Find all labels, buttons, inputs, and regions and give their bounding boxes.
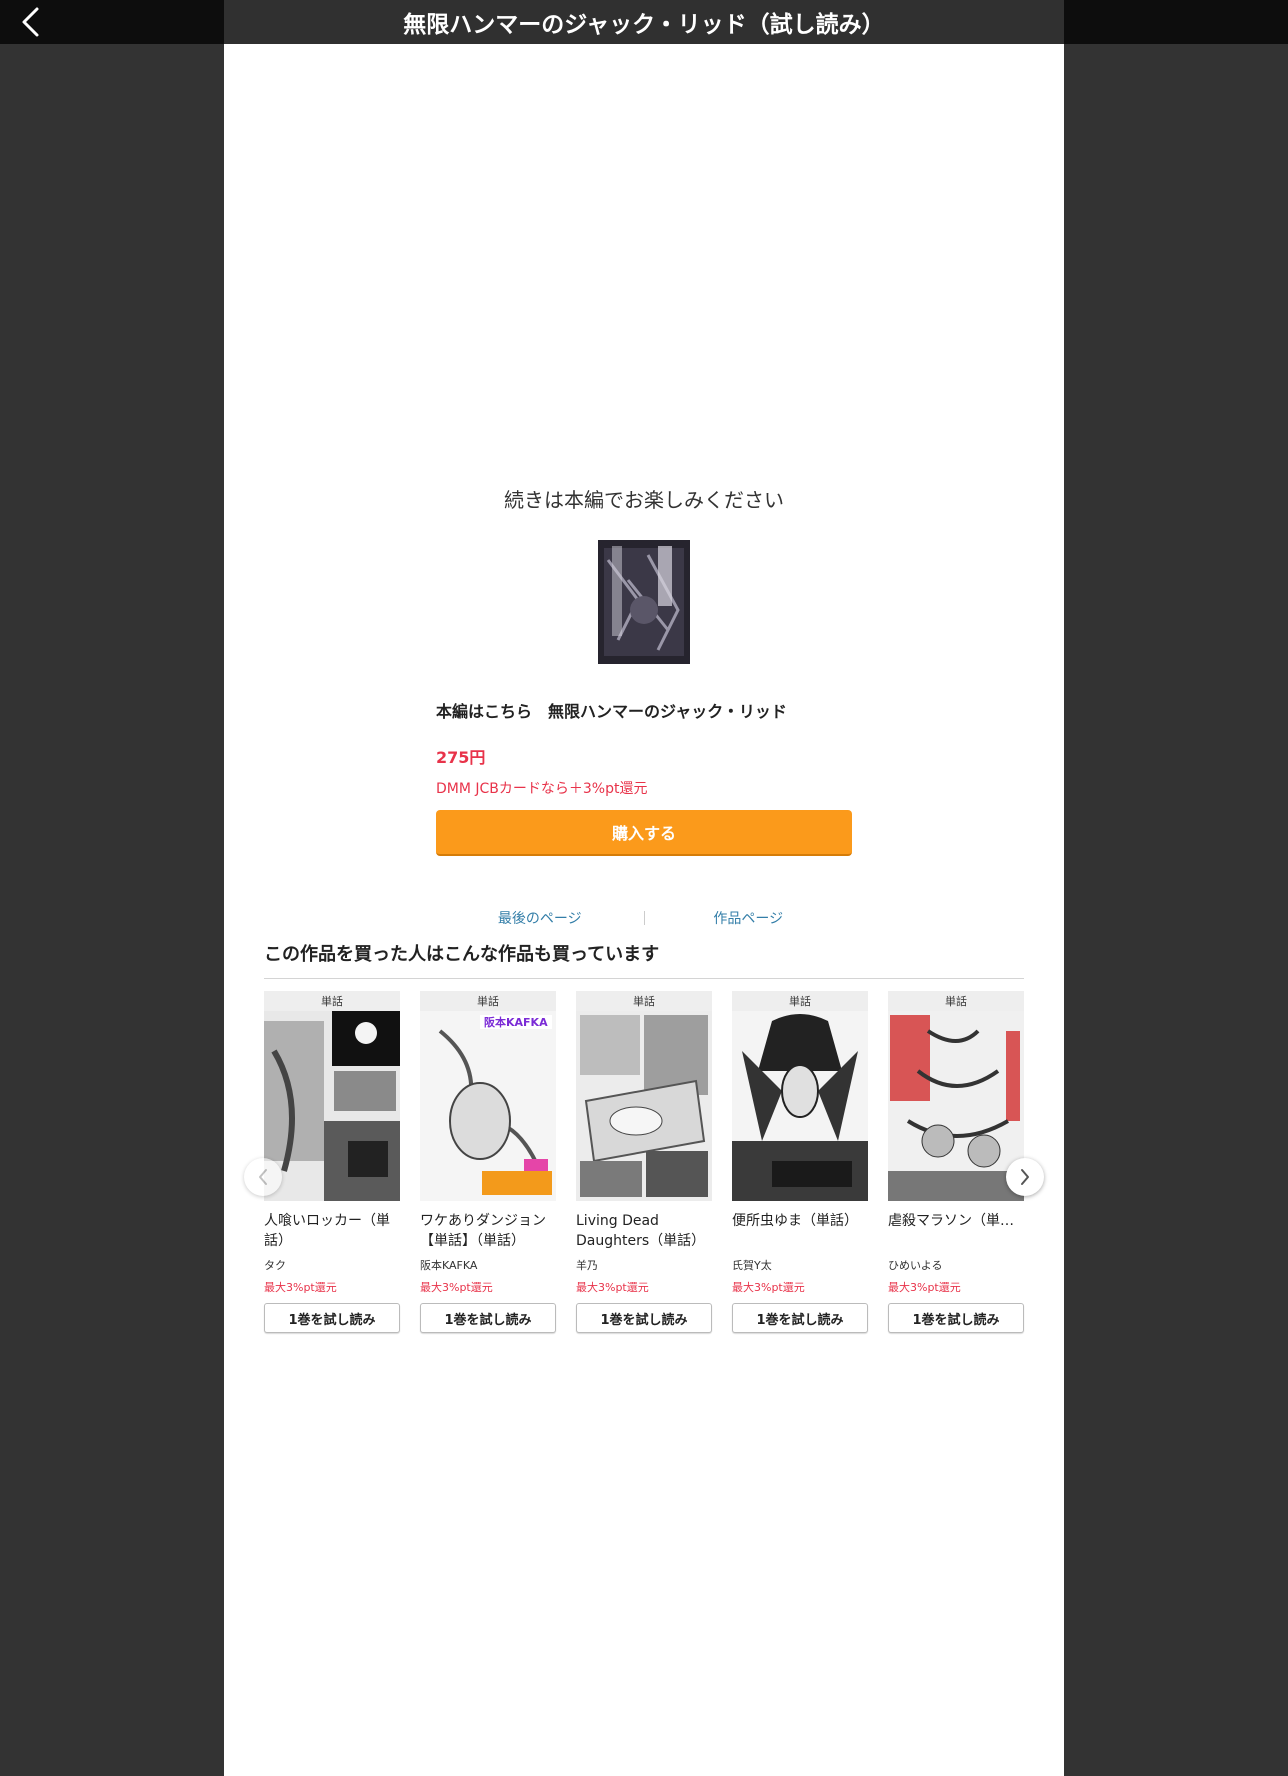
item-author: 氏賀Y太 [732,1259,772,1272]
buy-button[interactable]: 購入する [436,810,852,856]
chevron-right-icon [1021,1169,1029,1185]
item-tag: 単話 [420,991,556,1011]
carousel-prev-button[interactable] [244,1158,282,1196]
back-button[interactable] [12,4,48,40]
item-author: 阪本KAFKA [420,1259,478,1272]
top-bar: 無限ハンマーのジャック・リッド（試し読み） [0,0,1288,44]
item-author: ひめいよる [888,1259,943,1272]
trial-read-button[interactable]: 1巻を試し読み [576,1303,712,1333]
item-thumbnail[interactable] [888,1011,1024,1201]
item-tag: 単話 [732,991,868,1011]
page-links: 最後のページ 作品ページ [436,906,852,930]
item-author: タク [264,1259,286,1272]
item-title[interactable]: ワケありダンジョン【単話】（単話） [420,1211,556,1251]
purchase-panel: 本編はこちら 無限ハンマーのジャック・リッド 275円 DMM JCBカードなら… [436,698,852,856]
item-thumbnail[interactable] [732,1011,868,1201]
recommendation-item[interactable]: 単話 人喰いロッカー（単話） タク 最大3%pt還元 1巻を試し読み [264,991,400,1371]
price: 275円 [436,748,486,767]
item-tag: 単話 [576,991,712,1011]
purchase-title: 本編はこちら 無限ハンマーのジャック・リッド [436,702,787,721]
item-thumbnail[interactable] [264,1011,400,1201]
chevron-left-icon [22,7,39,37]
item-tag: 単話 [264,991,400,1011]
page-title: 無限ハンマーのジャック・リッド（試し読み） [224,0,1064,44]
recommendations-carousel: 単話 人喰いロッカー（単話） タク 最大3%pt還元 1巻を試し読み 単話 阪本… [264,991,1024,1381]
jcb-card-note: DMM JCBカードなら＋3%pt還元 [436,781,648,797]
item-thumbnail[interactable]: 阪本KAFKA [420,1011,556,1201]
item-title[interactable]: 虐殺マラソン（単… [888,1211,1024,1251]
trial-read-button[interactable]: 1巻を試し読み [420,1303,556,1333]
continue-message: 続きは本編でお楽しみください [504,488,784,512]
item-title[interactable]: 便所虫ゆま（単話） [732,1211,868,1251]
recommendations-heading: この作品を買った人はこんな作品も買っています [264,940,1024,979]
recommendation-item[interactable]: 単話 阪本KAFKA ワケありダンジョン【単話】（単話） 阪本KAFKA 最大3… [420,991,556,1371]
chevron-left-icon [259,1169,267,1185]
item-thumbnail[interactable] [576,1011,712,1201]
cover-art [598,540,690,664]
last-page-link[interactable]: 最後のページ [436,908,644,928]
item-reward: 最大3%pt還元 [420,1281,493,1294]
item-title[interactable]: Living Dead Daughters（単話） [576,1211,712,1251]
item-reward: 最大3%pt還元 [264,1281,337,1294]
recommendation-item[interactable]: 単話 便所虫ゆま（単話） 氏賀Y太 最大3%pt還元 1巻を試し読み [732,991,868,1371]
trial-read-button[interactable]: 1巻を試し読み [888,1303,1024,1333]
item-author: 羊乃 [576,1259,598,1272]
svg-text:阪本KAFKA: 阪本KAFKA [484,1015,548,1029]
recommendation-item[interactable]: 単話 虐殺マラソン（単… ひめいよる 最大3%pt還元 1巻を試し読み [888,991,1024,1371]
item-reward: 最大3%pt還元 [576,1281,649,1294]
carousel-next-button[interactable] [1006,1158,1044,1196]
trial-read-button[interactable]: 1巻を試し読み [264,1303,400,1333]
recommendation-item[interactable]: 単話 Living Dead Daughters（単話） 羊乃 最大3%pt還元… [576,991,712,1371]
reader-page: 続きは本編でお楽しみください 本編はこちら 無限ハンマーのジャック・リッド 27… [224,44,1064,1776]
item-title[interactable]: 人喰いロッカー（単話） [264,1211,400,1251]
book-cover-image[interactable] [598,540,690,664]
item-reward: 最大3%pt還元 [732,1281,805,1294]
item-tag: 単話 [888,991,1024,1011]
trial-read-button[interactable]: 1巻を試し読み [732,1303,868,1333]
work-page-link[interactable]: 作品ページ [645,908,853,928]
item-reward: 最大3%pt還元 [888,1281,961,1294]
